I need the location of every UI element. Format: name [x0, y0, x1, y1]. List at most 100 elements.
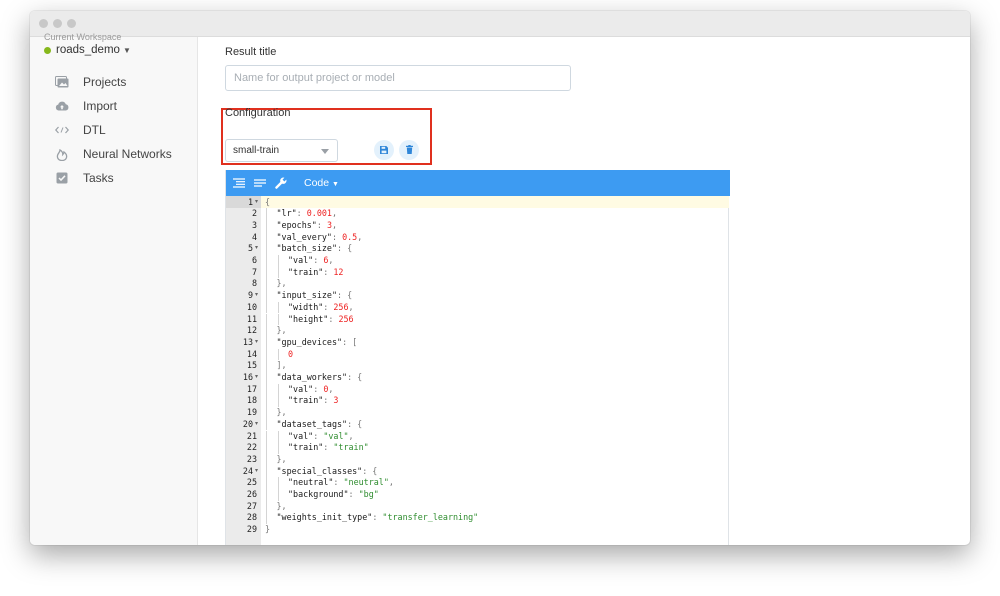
code-line: "special_classes": { [277, 466, 378, 478]
window-titlebar [30, 11, 970, 37]
code-line: "train": "train" [288, 442, 369, 454]
mode-dropdown[interactable]: Code ▼ [304, 177, 339, 189]
chevron-down-icon: ▼ [122, 45, 131, 55]
fold-toggle-icon[interactable]: ▾ [255, 290, 258, 302]
json-punctuation: : [313, 383, 324, 394]
indent-guide [277, 301, 279, 314]
result-title-input[interactable] [225, 65, 571, 91]
sidebar-item-dtl[interactable]: DTL [55, 120, 106, 140]
indent-guide [266, 360, 267, 372]
workspace-status-dot [44, 46, 51, 54]
json-punctuation: , [331, 208, 338, 219]
sidebar-item-import[interactable]: Import [55, 96, 117, 116]
json-punctuation: : [328, 313, 339, 324]
json-punctuation: : [333, 477, 344, 488]
indent-guide [266, 430, 267, 443]
fold-toggle-icon[interactable]: ▾ [255, 337, 258, 349]
json-number: 256 [333, 301, 349, 312]
code-line: "train": 12 [288, 267, 343, 279]
indent-guide [266, 418, 267, 431]
line-number: 5 [247, 243, 253, 254]
json-number: 0.5 [342, 231, 358, 242]
json-key: "width" [288, 301, 324, 312]
indent-guide [277, 266, 279, 279]
code-line: "val": 6, [288, 255, 333, 267]
json-punctuation: : { [337, 290, 353, 301]
sidebar-item-label: Tasks [83, 171, 114, 185]
line-number: 28 [246, 512, 257, 523]
json-punctuation: : [323, 442, 334, 453]
code-line: }, [277, 325, 287, 337]
indent-guide [277, 348, 279, 361]
indent-guide [266, 348, 267, 361]
indent-guide [277, 442, 279, 454]
indent-guide [266, 465, 267, 478]
line-number: 15 [246, 360, 257, 371]
indent-guide [266, 383, 267, 396]
line-number: 16 [242, 372, 253, 382]
format-icon[interactable] [232, 176, 246, 190]
json-punctuation: { [265, 196, 271, 207]
indent-guide [266, 278, 267, 291]
wrench-icon[interactable] [274, 176, 288, 190]
line-number: 20 [242, 418, 253, 429]
json-key: "gpu_devices" [276, 336, 343, 347]
line-number: 21 [246, 430, 257, 441]
code-line: 0 [288, 349, 293, 361]
code-area[interactable]: {"lr": 0.001, "epochs": 3, "val_every": 0.… [261, 196, 729, 545]
configuration-label: Configuration [225, 107, 291, 119]
json-key: "batch_size" [276, 243, 338, 254]
fold-toggle-icon[interactable]: ▾ [255, 372, 258, 384]
line-number: 13 [242, 336, 253, 347]
json-punctuation: , [328, 255, 334, 265]
line-number: 8 [251, 278, 257, 289]
result-title-label: Result title [225, 46, 277, 58]
fold-toggle-icon[interactable]: ▾ [255, 466, 258, 478]
code-line: }, [277, 407, 287, 419]
code-line: "neutral": "neutral", [288, 477, 394, 489]
json-punctuation: : [331, 231, 343, 242]
json-key: "background" [288, 489, 349, 499]
sidebar-item-neural-networks[interactable]: Neural Networks [55, 144, 172, 164]
indent-guide [277, 395, 279, 408]
json-key: "train" [288, 395, 324, 406]
configuration-selected-value: small-train [233, 145, 280, 156]
minimize-window-button[interactable] [53, 19, 62, 28]
line-number: 4 [251, 231, 257, 242]
active-line-highlight [261, 196, 729, 208]
code-line: "val_every": 0.5, [277, 232, 363, 244]
fold-toggle-icon[interactable]: ▾ [255, 419, 258, 431]
indent-guide [266, 208, 267, 220]
maximize-window-button[interactable] [67, 19, 76, 28]
json-punctuation: : [323, 266, 334, 277]
close-window-button[interactable] [39, 19, 48, 28]
json-editor[interactable]: Code ▼ 1 ▾ 2 3 4 5 ▾ 6 7 8 9 ▾ 10 11 12 13 ▾ 14 15 16 ▾ 17 18 1… [225, 170, 730, 545]
workspace-selector[interactable]: roads_demo ▼ [44, 44, 131, 56]
save-configuration-button[interactable] [374, 140, 394, 160]
code-line: "background": "bg" [288, 489, 379, 501]
indent-guide [266, 219, 267, 232]
json-string: "neutral" [343, 477, 389, 488]
delete-configuration-button[interactable] [399, 140, 419, 160]
json-key: "neutral" [288, 477, 334, 488]
json-punctuation: : [323, 301, 334, 312]
code-brackets-icon [55, 123, 69, 137]
fold-toggle-icon[interactable]: ▾ [255, 243, 258, 255]
indent-guide [266, 512, 267, 525]
json-string: "transfer_learning" [382, 512, 479, 523]
indent-guide [277, 430, 279, 443]
json-punctuation: : [323, 395, 334, 406]
compact-icon[interactable] [253, 176, 267, 190]
line-number: 25 [246, 477, 257, 488]
json-punctuation: , [357, 231, 363, 242]
line-number: 2 [251, 208, 257, 219]
fold-toggle-icon[interactable]: ▾ [255, 197, 258, 209]
line-number: 3 [251, 219, 257, 230]
json-punctuation: : [313, 430, 324, 441]
sidebar-item-projects[interactable]: Projects [55, 72, 126, 92]
sidebar-item-tasks[interactable]: Tasks [55, 168, 114, 188]
indent-guide [277, 313, 279, 326]
caret-down-icon: ▼ [332, 181, 339, 188]
configuration-select[interactable]: small-train [225, 139, 338, 162]
line-number: 27 [246, 500, 257, 511]
